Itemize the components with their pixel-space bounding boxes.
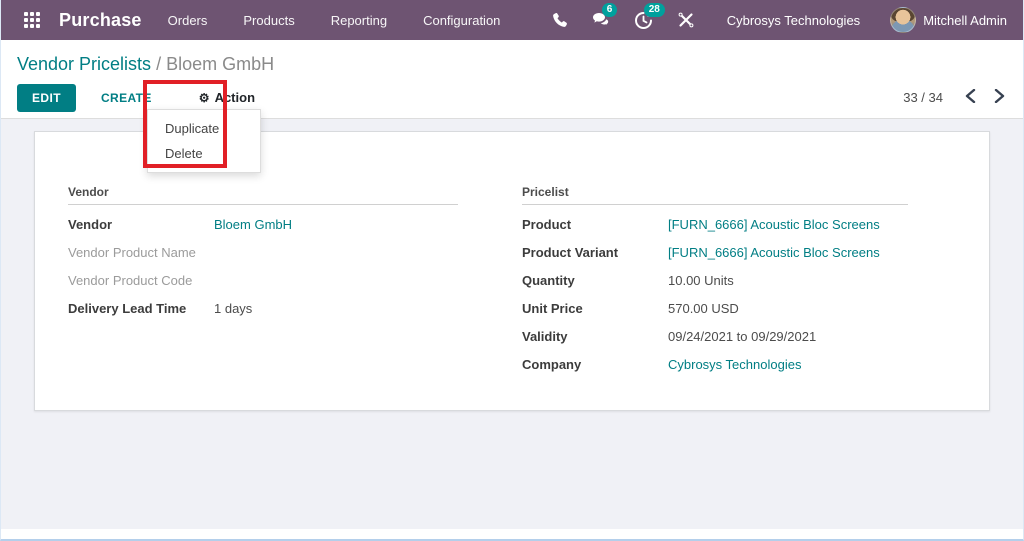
field-label: Vendor Product Name xyxy=(68,245,196,260)
field-label: Vendor Product Code xyxy=(68,273,193,288)
breadcrumb-separator: / xyxy=(156,54,162,74)
menu-item-delete[interactable]: Delete xyxy=(148,141,260,166)
messages-icon[interactable]: 6 xyxy=(585,3,619,35)
tools-icon[interactable] xyxy=(669,5,703,35)
phone-icon[interactable] xyxy=(543,5,577,35)
company-link[interactable]: Cybrosys Technologies xyxy=(668,357,801,372)
field-row-vendor: Vendor Bloem GmbH xyxy=(68,217,458,236)
field-row-delivery-lead-time: Delivery Lead Time 1 days xyxy=(68,301,458,320)
field-label: Product Variant xyxy=(522,245,619,260)
form-sheet: Vendor Vendor Bloem GmbH Vendor Product … xyxy=(34,131,990,411)
field-row-validity: Validity 09/24/2021 to 09/29/2021 xyxy=(522,329,908,348)
breadcrumb-bar: Vendor Pricelists / Bloem GmbH xyxy=(1,40,1023,77)
product-variant-link[interactable]: [FURN_6666] Acoustic Bloc Screens xyxy=(668,245,880,260)
content-area: Vendor Vendor Bloem GmbH Vendor Product … xyxy=(1,119,1023,529)
pager-previous-button[interactable] xyxy=(963,87,978,108)
field-value: 570.00 USD xyxy=(668,301,739,316)
menu-item-duplicate[interactable]: Duplicate xyxy=(148,116,260,141)
navbar-systray: 6 28 Cybrosys Technologies Mitchell Admi… xyxy=(543,3,1011,35)
chevron-right-icon xyxy=(994,88,1005,106)
vendor-group: Vendor Vendor Bloem GmbH Vendor Product … xyxy=(68,185,458,410)
action-button-label: Action xyxy=(214,90,256,105)
app-name[interactable]: Purchase xyxy=(59,10,142,31)
company-switcher[interactable]: Cybrosys Technologies xyxy=(727,13,860,28)
activity-clock-icon[interactable]: 28 xyxy=(627,3,665,35)
menu-orders[interactable]: Orders xyxy=(168,13,208,28)
field-label: Product xyxy=(522,217,572,232)
pager-next-button[interactable] xyxy=(992,87,1007,108)
field-value: 10.00 Units xyxy=(668,273,734,288)
chevron-left-icon xyxy=(965,88,976,106)
vendor-link[interactable]: Bloem GmbH xyxy=(214,217,292,232)
menu-configuration[interactable]: Configuration xyxy=(423,13,500,28)
pager-count: 33 / 34 xyxy=(903,90,943,105)
edit-button[interactable]: EDIT xyxy=(17,83,76,112)
field-value: 1 days xyxy=(214,301,253,316)
field-label: Vendor xyxy=(68,217,113,232)
avatar xyxy=(890,7,917,33)
user-menu[interactable]: Mitchell Admin xyxy=(890,7,1011,33)
field-label: Quantity xyxy=(522,273,575,288)
action-dropdown-menu: Duplicate Delete xyxy=(147,109,261,173)
control-panel: EDIT CREATE ⚙ Action Duplicate Delete 33… xyxy=(1,77,1023,173)
user-name: Mitchell Admin xyxy=(923,12,1007,28)
field-label: Delivery Lead Time xyxy=(68,301,187,316)
field-row-quantity: Quantity 10.00 Units xyxy=(522,273,908,292)
pricelist-group-title: Pricelist xyxy=(522,185,908,205)
field-label: Validity xyxy=(522,329,568,344)
messages-badge: 6 xyxy=(601,3,618,17)
action-dropdown-button[interactable]: ⚙ Action xyxy=(187,83,267,112)
field-row-product: Product [FURN_6666] Acoustic Bloc Screen… xyxy=(522,217,908,236)
field-label: Company xyxy=(522,357,582,372)
vendor-group-title: Vendor xyxy=(68,185,458,205)
pricelist-group: Pricelist Product [FURN_6666] Acoustic B… xyxy=(522,185,908,410)
field-row-unit-price: Unit Price 570.00 USD xyxy=(522,301,908,320)
apps-grid-icon[interactable] xyxy=(17,5,47,35)
field-row-vendor-product-code: Vendor Product Code xyxy=(68,273,458,292)
menu-products[interactable]: Products xyxy=(243,13,294,28)
breadcrumb-parent-link[interactable]: Vendor Pricelists xyxy=(17,54,151,74)
breadcrumb: Vendor Pricelists / Bloem GmbH xyxy=(17,54,1007,75)
product-link[interactable]: [FURN_6666] Acoustic Bloc Screens xyxy=(668,217,880,232)
field-row-company: Company Cybrosys Technologies xyxy=(522,357,908,376)
breadcrumb-current: Bloem GmbH xyxy=(166,54,275,74)
menu-reporting[interactable]: Reporting xyxy=(331,13,387,28)
field-value: 09/24/2021 to 09/29/2021 xyxy=(668,329,817,344)
main-menu: Orders Products Reporting Configuration xyxy=(168,13,501,28)
field-row-vendor-product-name: Vendor Product Name xyxy=(68,245,458,264)
create-button[interactable]: CREATE xyxy=(89,84,164,112)
field-row-product-variant: Product Variant [FURN_6666] Acoustic Blo… xyxy=(522,245,908,264)
gear-icon: ⚙ xyxy=(198,90,210,105)
field-label: Unit Price xyxy=(522,301,583,316)
activities-badge: 28 xyxy=(643,3,665,17)
top-navbar: Purchase Orders Products Reporting Confi… xyxy=(1,0,1023,40)
pager: 33 / 34 xyxy=(903,87,1007,108)
